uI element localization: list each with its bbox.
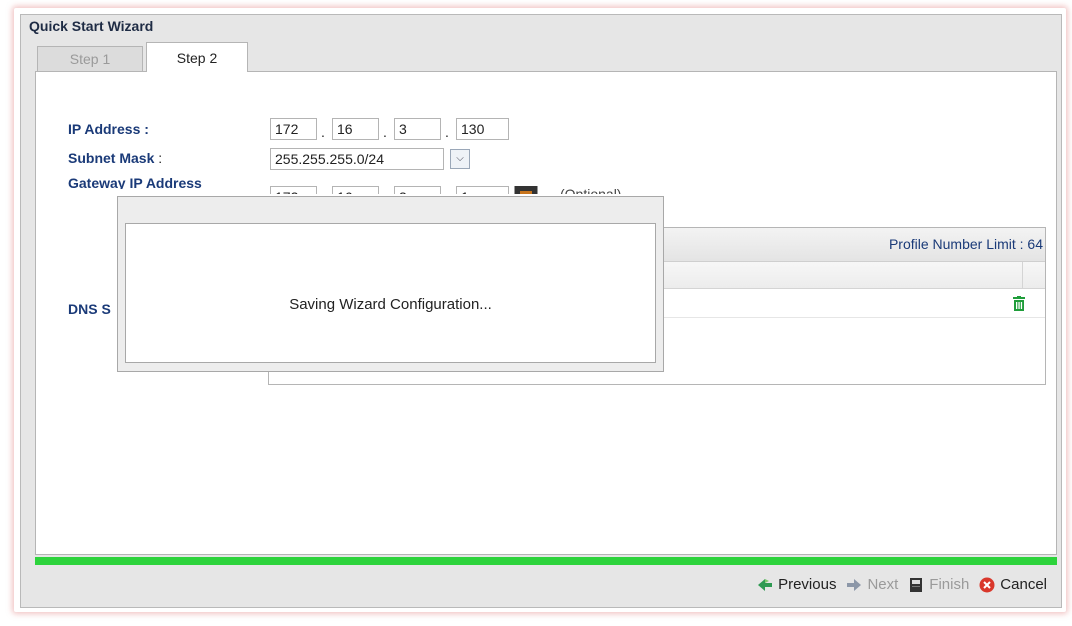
gateway-octet-1[interactable]: 172 (270, 186, 317, 194)
column-divider (1022, 262, 1023, 288)
subnet-mask-label-colon: : (158, 150, 163, 166)
wizard-buttons: Previous Next Finish Cancel (747, 576, 1047, 593)
ip-octet-4[interactable]: 130 (456, 118, 509, 140)
ip-dot: . (445, 124, 449, 140)
subnet-mask-value[interactable]: 255.255.255.0/24 (270, 148, 444, 170)
gateway-ip-label: Gateway IP Address (68, 175, 202, 189)
finish-label: Finish (929, 576, 970, 593)
chevron-down-icon[interactable]: ⌵ (450, 149, 470, 169)
subnet-mask-select[interactable]: 255.255.255.0/24 ⌵ (270, 147, 474, 171)
saving-dialog: Saving Wizard Configuration... (117, 196, 664, 372)
cancel-label: Cancel (1000, 576, 1047, 593)
tab-step-2[interactable]: Step 2 (146, 42, 248, 72)
next-button[interactable]: Next (846, 576, 898, 593)
trash-icon[interactable] (1013, 296, 1025, 311)
next-label: Next (867, 576, 899, 593)
ip-octet-2[interactable]: 16 (332, 118, 379, 140)
previous-label: Previous (778, 576, 837, 593)
arrow-left-icon (758, 578, 773, 591)
gateway-octet-4[interactable]: 1 (456, 186, 509, 194)
cancel-icon (979, 577, 995, 592)
profile-limit: Profile Number Limit : 64 (888, 236, 1043, 252)
saving-message: Saving Wizard Configuration... (289, 296, 492, 313)
save-icon (910, 577, 923, 592)
gateway-row-glimpse: 172 16 3 1 (Optional) (270, 186, 670, 194)
gateway-octet-2[interactable]: 16 (332, 186, 379, 194)
ip-octet-1[interactable]: 172 (270, 118, 317, 140)
ip-dot: . (321, 124, 325, 140)
dns-server-label: DNS S (68, 301, 111, 317)
subnet-mask-label: Subnet Mask : (68, 150, 162, 166)
saving-dialog-body: Saving Wizard Configuration... (125, 223, 656, 363)
progress-bar (35, 557, 1057, 565)
finish-button[interactable]: Finish (908, 576, 969, 593)
toolbox-icon[interactable] (514, 186, 538, 194)
arrow-right-icon (847, 578, 862, 591)
ip-address-label: IP Address : (68, 121, 149, 137)
gateway-optional-hint: (Optional) (560, 186, 622, 194)
ip-octet-3[interactable]: 3 (394, 118, 441, 140)
cancel-button[interactable]: Cancel (979, 576, 1047, 593)
gateway-octet-3[interactable]: 3 (394, 186, 441, 194)
ip-dot: . (383, 124, 387, 140)
subnet-mask-label-text: Subnet Mask (68, 150, 155, 166)
window-title: Quick Start Wizard (29, 18, 154, 34)
previous-button[interactable]: Previous (757, 576, 836, 593)
tab-step-1[interactable]: Step 1 (37, 46, 143, 71)
